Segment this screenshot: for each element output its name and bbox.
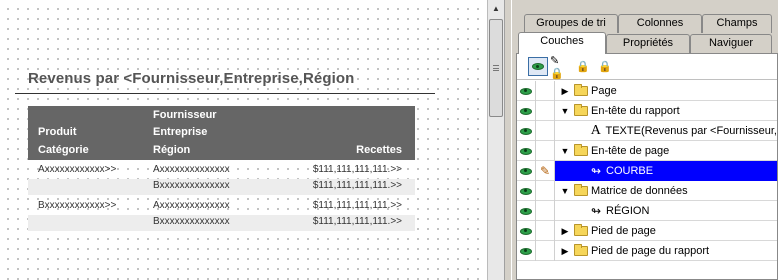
lock-stack-icon[interactable]: 🔒: [573, 57, 593, 76]
layer-row-en-tete-rapport[interactable]: ▼ En-tête du rapport: [517, 101, 777, 121]
layer-label: RÉGION: [606, 205, 650, 217]
scrollbar-thumb[interactable]: [489, 19, 503, 117]
visibility-eye-icon[interactable]: [517, 101, 536, 121]
edit-cell[interactable]: [536, 141, 555, 161]
eye-icon[interactable]: [528, 57, 548, 76]
layer-label: Page: [591, 85, 617, 97]
header-fournisseur: Fournisseur: [153, 109, 217, 121]
table-header[interactable]: Produit Catégorie Fournisseur Entreprise…: [28, 106, 415, 160]
folder-icon: [574, 244, 588, 256]
curve-icon: ↬: [590, 164, 602, 178]
layers-toolbar: ✎🔒 🔒 🔒: [517, 54, 777, 80]
layer-label: En-tête du rapport: [591, 105, 680, 117]
layer-label: Pied de page du rapport: [591, 245, 710, 257]
lock-icon[interactable]: 🔒: [595, 57, 615, 76]
cell-supplier: Bxxxxxxxxxxxxxx: [153, 180, 230, 191]
layers-tab-content: ✎🔒 🔒 🔒 ▶ Page ▼ En-tête du rapport A TEX…: [516, 53, 778, 280]
visibility-eye-icon[interactable]: [517, 141, 536, 161]
layer-label: En-tête de page: [591, 145, 670, 157]
edit-cell[interactable]: [536, 81, 555, 101]
cell-category: Bxxxxxxxxxxxx>>: [38, 200, 117, 211]
visibility-eye-icon[interactable]: [517, 181, 536, 201]
scroll-up-arrow-icon[interactable]: ▲: [488, 0, 504, 16]
visibility-eye-icon[interactable]: [517, 121, 536, 141]
layer-row-courbe[interactable]: ✎ ↬ COURBE: [517, 161, 777, 181]
report-title[interactable]: Revenus par <Fournisseur,Entreprise,Régi…: [28, 70, 354, 87]
visibility-eye-icon[interactable]: [517, 201, 536, 221]
folder-icon: [574, 224, 588, 236]
folder-icon: [574, 144, 588, 156]
header-recettes: Recettes: [356, 144, 402, 156]
layer-row-region[interactable]: ↬ RÉGION: [517, 201, 777, 221]
header-categorie: Catégorie: [38, 144, 89, 156]
text-icon: A: [590, 123, 601, 138]
report-design-canvas[interactable]: Revenus par <Fournisseur,Entreprise,Régi…: [0, 0, 487, 280]
edit-cell[interactable]: [536, 101, 555, 121]
tab-naviguer[interactable]: Naviguer: [690, 34, 772, 53]
collapse-arrow-icon[interactable]: ▼: [559, 106, 571, 116]
cell-supplier: Axxxxxxxxxxxxxx: [153, 200, 230, 211]
pencil-icon[interactable]: ✎: [536, 161, 555, 181]
cell-category: Axxxxxxxxxxxx>>: [38, 164, 117, 175]
edit-cell[interactable]: [536, 181, 555, 201]
cell-revenue: $111,111,111,111.>>: [312, 200, 402, 211]
layer-row-pied-de-page[interactable]: ▶ Pied de page: [517, 221, 777, 241]
tab-proprietes[interactable]: Propriétés: [606, 34, 690, 53]
collapse-arrow-icon[interactable]: ▼: [559, 146, 571, 156]
expand-arrow-icon[interactable]: ▶: [559, 86, 571, 97]
visibility-eye-icon[interactable]: [517, 161, 536, 181]
visibility-eye-icon[interactable]: [517, 221, 536, 241]
layer-row-texte[interactable]: A TEXTE(Revenus par <Fournisseur,: [517, 121, 777, 141]
expand-arrow-icon[interactable]: ▶: [559, 226, 571, 237]
visibility-eye-icon[interactable]: [517, 241, 536, 261]
folder-icon: [574, 104, 588, 116]
pencil-lock-icon[interactable]: ✎🔒: [550, 55, 570, 80]
layer-label: COURBE: [606, 165, 654, 177]
cell-revenue: $111,111,111,111.>>: [312, 164, 402, 175]
edit-cell[interactable]: [536, 241, 555, 261]
header-entreprise: Entreprise: [153, 126, 208, 138]
edit-cell[interactable]: [536, 201, 555, 221]
cell-supplier: Bxxxxxxxxxxxxxx: [153, 216, 230, 227]
table-row[interactable]: Axxxxxxxxxxxx>> Axxxxxxxxxxxxxx $111,111…: [28, 163, 415, 179]
expand-arrow-icon[interactable]: ▶: [559, 246, 571, 257]
tab-colonnes[interactable]: Colonnes: [618, 14, 702, 33]
cell-revenue: $111,111,111,111.>>: [312, 216, 402, 227]
panel-splitter[interactable]: [504, 0, 512, 280]
edit-cell[interactable]: [536, 121, 555, 141]
layers-panel: Groupes de tri Colonnes Champs Couches P…: [512, 0, 778, 280]
visibility-eye-icon[interactable]: [517, 81, 536, 101]
tab-champs[interactable]: Champs: [702, 14, 772, 33]
folder-icon: [574, 84, 588, 96]
layer-row-matrice[interactable]: ▼ Matrice de données: [517, 181, 777, 201]
layer-label: Pied de page: [591, 225, 656, 237]
curve-icon: ↬: [590, 204, 602, 218]
cell-revenue: $111,111,111,111.>>: [312, 180, 402, 191]
tab-couches[interactable]: Couches: [518, 32, 606, 54]
table-row[interactable]: Bxxxxxxxxxxxxxx $111,111,111,111.>>: [28, 215, 415, 231]
header-region: Région: [153, 144, 191, 156]
tab-groupes-de-tri[interactable]: Groupes de tri: [524, 14, 618, 33]
layer-label: Matrice de données: [591, 185, 688, 197]
edit-cell[interactable]: [536, 221, 555, 241]
cell-supplier: Axxxxxxxxxxxxxx: [153, 164, 230, 175]
folder-icon: [574, 184, 588, 196]
layer-row-page[interactable]: ▶ Page: [517, 81, 777, 101]
grip-icon: [493, 65, 499, 71]
table-row[interactable]: Bxxxxxxxxxxxxxx $111,111,111,111.>>: [28, 179, 415, 195]
vertical-scrollbar[interactable]: ▲: [487, 0, 504, 280]
layer-row-en-tete-page[interactable]: ▼ En-tête de page: [517, 141, 777, 161]
table-row[interactable]: Bxxxxxxxxxxxx>> Axxxxxxxxxxxxxx $111,111…: [28, 199, 415, 215]
header-produit: Produit: [38, 126, 77, 138]
layer-row-pied-rapport[interactable]: ▶ Pied de page du rapport: [517, 241, 777, 261]
layer-tree: ▶ Page ▼ En-tête du rapport A TEXTE(Reve…: [517, 81, 777, 261]
title-divider: [15, 93, 435, 94]
layer-label: TEXTE(Revenus par <Fournisseur,: [605, 125, 778, 137]
collapse-arrow-icon[interactable]: ▼: [559, 186, 571, 196]
